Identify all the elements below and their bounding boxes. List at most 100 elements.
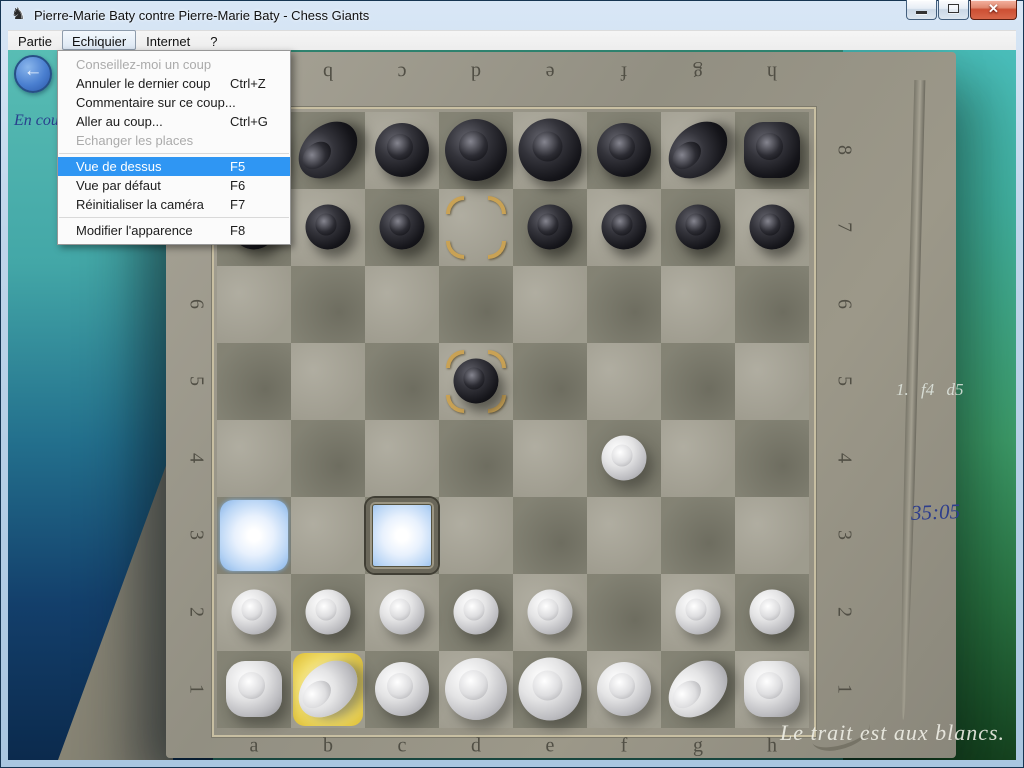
piece-white-bishop-c1[interactable] [375, 662, 429, 716]
menubar-item-[interactable]: ? [200, 30, 227, 50]
square-d7[interactable] [439, 189, 513, 266]
square-h4[interactable] [735, 420, 809, 497]
piece-black-pawn-d5[interactable] [454, 359, 499, 404]
piece-black-pawn-h7[interactable] [750, 205, 795, 250]
rank-label-right-3: 3 [833, 530, 856, 540]
piece-black-pawn-e7[interactable] [528, 205, 573, 250]
piece-white-pawn-h2[interactable] [750, 590, 795, 635]
piece-white-pawn-a2[interactable] [232, 590, 277, 635]
rank-label-right-2: 2 [833, 607, 856, 617]
square-a5[interactable] [217, 343, 291, 420]
square-e4[interactable] [513, 420, 587, 497]
marker-corner [488, 241, 506, 259]
square-g4[interactable] [661, 420, 735, 497]
piece-black-rook-h8[interactable] [744, 122, 800, 178]
square-f2[interactable] [587, 574, 661, 651]
square-c3[interactable] [365, 497, 439, 574]
move-marker [446, 196, 506, 259]
back-button[interactable] [14, 55, 52, 93]
square-g6[interactable] [661, 266, 735, 343]
square-b5[interactable] [291, 343, 365, 420]
piece-white-pawn-g2[interactable] [676, 590, 721, 635]
square-e6[interactable] [513, 266, 587, 343]
menu-item-label: Echanger les places [76, 133, 193, 148]
rank-label-left-6: 6 [185, 299, 208, 309]
menu-item-shortcut: F8 [230, 221, 245, 240]
piece-black-pawn-c7[interactable] [380, 205, 425, 250]
piece-black-bishop-f8[interactable] [597, 123, 651, 177]
file-label-top-h: h [767, 61, 777, 84]
chess-knight-icon [11, 6, 29, 24]
square-h6[interactable] [735, 266, 809, 343]
piece-white-king-e1[interactable] [519, 658, 582, 721]
square-b6[interactable] [291, 266, 365, 343]
piece-black-king-e8[interactable] [519, 119, 582, 182]
minimize-button[interactable] [906, 0, 937, 20]
rank-label-right-6: 6 [833, 299, 856, 309]
square-h5[interactable] [735, 343, 809, 420]
square-a4[interactable] [217, 420, 291, 497]
board-grid [217, 112, 809, 728]
piece-white-pawn-c2[interactable] [380, 590, 425, 635]
square-e5[interactable] [513, 343, 587, 420]
titlebar: Pierre-Marie Baty contre Pierre-Marie Ba… [0, 0, 1024, 30]
piece-black-bishop-c8[interactable] [375, 123, 429, 177]
square-a3[interactable] [217, 497, 291, 574]
piece-white-pawn-f4[interactable] [602, 436, 647, 481]
menu-item-conseillez-moi-un-coup[interactable]: Conseillez-moi un coup [58, 55, 290, 74]
piece-white-pawn-d2[interactable] [454, 590, 499, 635]
piece-black-pawn-g7[interactable] [676, 205, 721, 250]
square-f3[interactable] [587, 497, 661, 574]
maximize-button[interactable] [938, 0, 969, 20]
menu-item-shortcut: Ctrl+G [230, 112, 268, 131]
rank-label-left-5: 5 [185, 376, 208, 386]
menu-item-label: Réinitialiser la caméra [76, 197, 204, 212]
piece-white-pawn-b2[interactable] [306, 590, 351, 635]
file-label-bottom-b: b [323, 735, 333, 758]
square-e3[interactable] [513, 497, 587, 574]
close-button[interactable] [970, 0, 1017, 20]
application-window: Pierre-Marie Baty contre Pierre-Marie Ba… [0, 0, 1024, 768]
menubar-item-echiquier[interactable]: Echiquier [62, 30, 136, 50]
piece-white-queen-d1[interactable] [445, 658, 507, 720]
square-c5[interactable] [365, 343, 439, 420]
square-d4[interactable] [439, 420, 513, 497]
menubar-item-internet[interactable]: Internet [136, 30, 200, 50]
piece-black-pawn-b7[interactable] [306, 205, 351, 250]
menu-item-shortcut: F5 [230, 157, 245, 176]
square-a6[interactable] [217, 266, 291, 343]
square-b3[interactable] [291, 497, 365, 574]
square-b4[interactable] [291, 420, 365, 497]
square-d6[interactable] [439, 266, 513, 343]
menu-item-label: Vue par défaut [76, 178, 161, 193]
menu-item-annuler-le-dernier-coup[interactable]: Annuler le dernier coupCtrl+Z [58, 74, 290, 93]
piece-white-rook-a1[interactable] [226, 661, 282, 717]
menu-item-aller-au-coup[interactable]: Aller au coup...Ctrl+G [58, 112, 290, 131]
piece-black-pawn-f7[interactable] [602, 205, 647, 250]
square-c4[interactable] [365, 420, 439, 497]
file-label-bottom-f: f [621, 735, 628, 758]
square-d3[interactable] [439, 497, 513, 574]
square-h3[interactable] [735, 497, 809, 574]
menu-item-vue-de-dessus[interactable]: Vue de dessus F5 [58, 157, 290, 176]
menu-item-r-initialiser-la-cam-ra[interactable]: Réinitialiser la caméraF7 [58, 195, 290, 214]
menu-item-commentaire-sur-ce-coup[interactable]: Commentaire sur ce coup... [58, 93, 290, 112]
piece-white-bishop-f1[interactable] [597, 662, 651, 716]
square-g3[interactable] [661, 497, 735, 574]
square-c6[interactable] [365, 266, 439, 343]
square-f6[interactable] [587, 266, 661, 343]
piece-black-queen-d8[interactable] [445, 119, 507, 181]
menu-item-modifier-l-apparence[interactable]: Modifier l'apparenceF8 [58, 221, 290, 240]
menu-item-echanger-les-places[interactable]: Echanger les places [58, 131, 290, 150]
menubar-item-partie[interactable]: Partie [8, 30, 62, 50]
square-f5[interactable] [587, 343, 661, 420]
marker-corner [446, 241, 464, 259]
square-g5[interactable] [661, 343, 735, 420]
piece-white-rook-h1[interactable] [744, 661, 800, 717]
menu-item-vue-par-d-faut[interactable]: Vue par défautF6 [58, 176, 290, 195]
file-label-bottom-d: d [471, 735, 481, 758]
file-label-top-d: d [471, 61, 481, 84]
menu-item-label: Vue de dessus [76, 159, 162, 174]
file-label-bottom-a: a [250, 735, 259, 758]
piece-white-pawn-e2[interactable] [528, 590, 573, 635]
